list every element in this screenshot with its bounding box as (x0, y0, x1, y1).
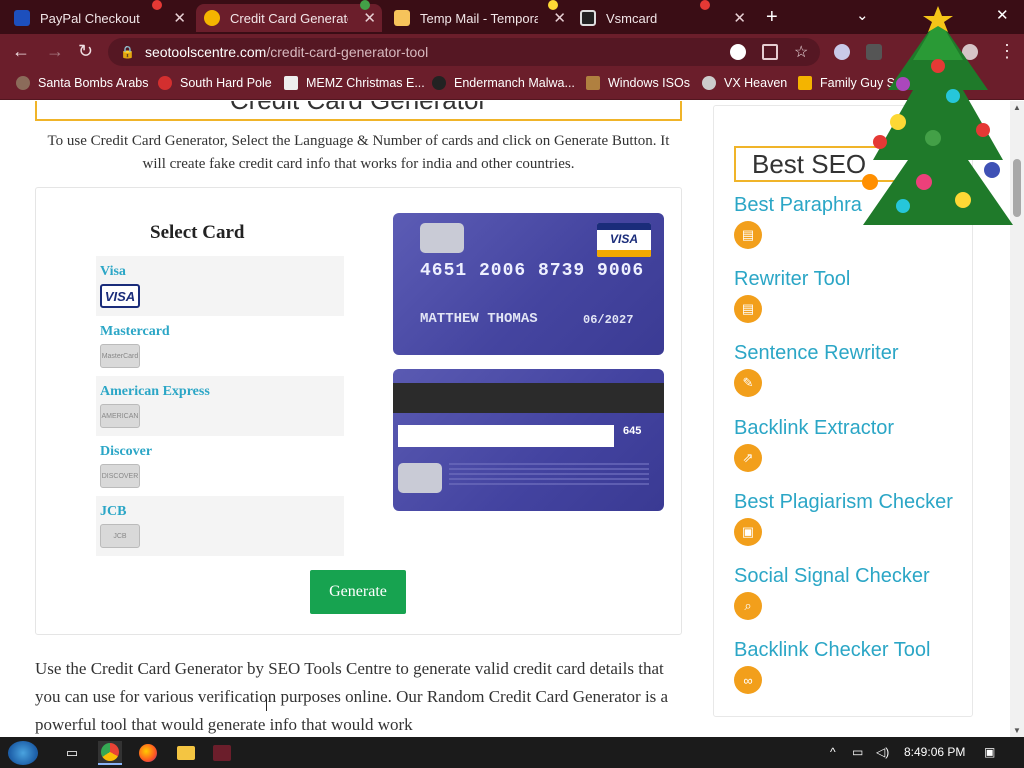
card-option-visa[interactable]: Visa VISA (96, 256, 344, 316)
new-tab-button[interactable]: + (766, 6, 778, 29)
magnifier-icon: ⌕ (734, 592, 762, 620)
document-icon: ▤ (734, 221, 762, 249)
sidebar-tool-backlink-checker[interactable]: Backlink Checker Tool ∞ (734, 639, 930, 694)
bookmark-icon (158, 76, 172, 90)
card-number: 4651 2006 8739 9006 (420, 261, 645, 281)
close-icon[interactable]: ✕ (173, 9, 186, 27)
tab-vsmcard[interactable]: Vsmcard ✕ (572, 4, 752, 32)
star-icon[interactable]: ☆ (794, 42, 808, 62)
bookmark-item[interactable]: VX Heaven (702, 76, 787, 90)
bookmark-icon (432, 76, 446, 90)
network-icon[interactable]: ▭ (852, 745, 863, 759)
signature-strip (398, 425, 614, 447)
lock-icon: 🔒 (120, 45, 135, 59)
christmas-light (548, 0, 558, 10)
card-holder-name: MATTHEW THOMAS (420, 311, 538, 327)
bookmark-item[interactable]: South Hard Pole (158, 76, 272, 90)
reload-icon[interactable]: ↻ (78, 41, 93, 62)
extension-icon[interactable] (834, 44, 850, 60)
discover-logo-icon: DISCOVER (100, 464, 140, 488)
document-icon: ▤ (734, 295, 762, 323)
scroll-down-icon[interactable]: ▼ (1013, 726, 1021, 735)
bookmark-item[interactable]: Santa Bombs Arabs (16, 76, 148, 90)
christmas-light (152, 0, 162, 10)
card-option-american-express[interactable]: American Express AMERICAN (96, 376, 344, 436)
close-icon[interactable]: ✕ (733, 9, 746, 27)
share-icon[interactable] (762, 44, 778, 60)
taskbar: ▭ ^ ▭ ◁) 8:49:06 PM ▣ (0, 737, 1024, 768)
card-fine-print (449, 463, 649, 485)
task-view-icon[interactable]: ▭ (60, 741, 84, 765)
bookmark-item[interactable]: Windows ISOs (586, 76, 690, 90)
mastercard-logo-icon: MasterCard (100, 344, 140, 368)
sidebar-tool-rewriter[interactable]: Rewriter Tool ▤ (734, 268, 850, 323)
bookmark-icon (586, 76, 600, 90)
tab-credit-card-generator[interactable]: Credit Card Generator ✕ (196, 4, 382, 32)
christmas-light (700, 0, 710, 10)
start-button[interactable] (8, 741, 38, 765)
text-cursor-icon (266, 697, 272, 711)
intro-text: To use Credit Card Generator, Select the… (47, 133, 670, 172)
generate-button[interactable]: Generate (310, 570, 406, 614)
address-bar[interactable]: 🔒 seotoolscentre.com/credit-card-generat… (108, 38, 820, 66)
bookmark-icon (702, 76, 716, 90)
google-icon[interactable] (730, 44, 746, 60)
clipboard-icon: ▣ (734, 518, 762, 546)
magnetic-stripe (393, 383, 664, 413)
close-icon[interactable]: ✕ (363, 9, 376, 27)
close-icon[interactable]: ✕ (553, 9, 566, 27)
card-expiry: 06/2027 (583, 313, 634, 327)
page-title: Credit Card Generator (35, 101, 682, 121)
volume-icon[interactable]: ◁) (876, 745, 889, 759)
paypal-icon (14, 10, 30, 26)
select-card-heading: Select Card (150, 222, 245, 243)
sidebar-tool-backlink-extractor[interactable]: Backlink Extractor ⇗ (734, 417, 894, 472)
firefox-taskbar-icon[interactable] (136, 741, 160, 765)
tab-temp-mail[interactable]: Temp Mail - Temporary ✕ (386, 4, 572, 32)
chain-icon: ∞ (734, 666, 762, 694)
credit-card-back: 645 (393, 369, 664, 511)
christmas-light (360, 0, 370, 10)
link-icon: ⇗ (734, 444, 762, 472)
description-text: Use the Credit Card Generator by SEO Too… (35, 659, 669, 734)
bookmark-icon (284, 76, 298, 90)
bookmark-icon (16, 76, 30, 90)
card-cvv: 645 (623, 425, 642, 437)
card-icon (580, 10, 596, 26)
card-chip-icon (420, 223, 464, 253)
notification-icon[interactable]: ▣ (984, 745, 995, 759)
card-brand-logo: VISA (597, 223, 651, 257)
card-hologram (398, 463, 442, 493)
chevron-up-icon[interactable]: ^ (830, 745, 836, 759)
back-arrow-icon[interactable]: ← (12, 41, 30, 62)
sidebar-tool-plagiarism-checker[interactable]: Best Plagiarism Checker ▣ (734, 491, 953, 546)
bookmark-icon (798, 76, 812, 90)
forward-arrow-icon[interactable]: → (46, 41, 64, 62)
clock[interactable]: 8:49:06 PM (904, 745, 965, 759)
mail-icon (394, 10, 410, 26)
sidebar-tool-paraphrase[interactable]: Best Paraphra ▤ (734, 194, 862, 249)
url-text: seotoolscentre.com/credit-card-generator… (144, 44, 429, 60)
file-explorer-icon[interactable] (174, 741, 198, 765)
sidebar-tool-social-signal[interactable]: Social Signal Checker ⌕ (734, 565, 930, 620)
credit-card-front: VISA 4651 2006 8739 9006 MATTHEW THOMAS … (393, 213, 664, 355)
sidebar-tool-sentence-rewriter[interactable]: Sentence Rewriter ✎ (734, 342, 899, 397)
generator-panel: Select Card Visa VISA Mastercard MasterC… (35, 187, 682, 635)
tab-paypal[interactable]: PayPal Checkout ✕ (6, 4, 192, 32)
edit-icon: ✎ (734, 369, 762, 397)
chrome-taskbar-icon[interactable] (98, 741, 122, 765)
card-option-mastercard[interactable]: Mastercard MasterCard (96, 316, 344, 376)
seotools-icon (204, 10, 220, 26)
christmas-tree-decoration (862, 6, 1013, 225)
bookmark-item[interactable]: Endermanch Malwa... (432, 76, 575, 90)
card-option-jcb[interactable]: JCB JCB (96, 496, 344, 556)
visa-logo-icon: VISA (100, 284, 140, 308)
app-taskbar-icon[interactable] (210, 741, 234, 765)
bookmark-item[interactable]: MEMZ Christmas E... (284, 76, 425, 90)
amex-logo-icon: AMERICAN (100, 404, 140, 428)
card-option-discover[interactable]: Discover DISCOVER (96, 436, 344, 496)
jcb-logo-icon: JCB (100, 524, 140, 548)
